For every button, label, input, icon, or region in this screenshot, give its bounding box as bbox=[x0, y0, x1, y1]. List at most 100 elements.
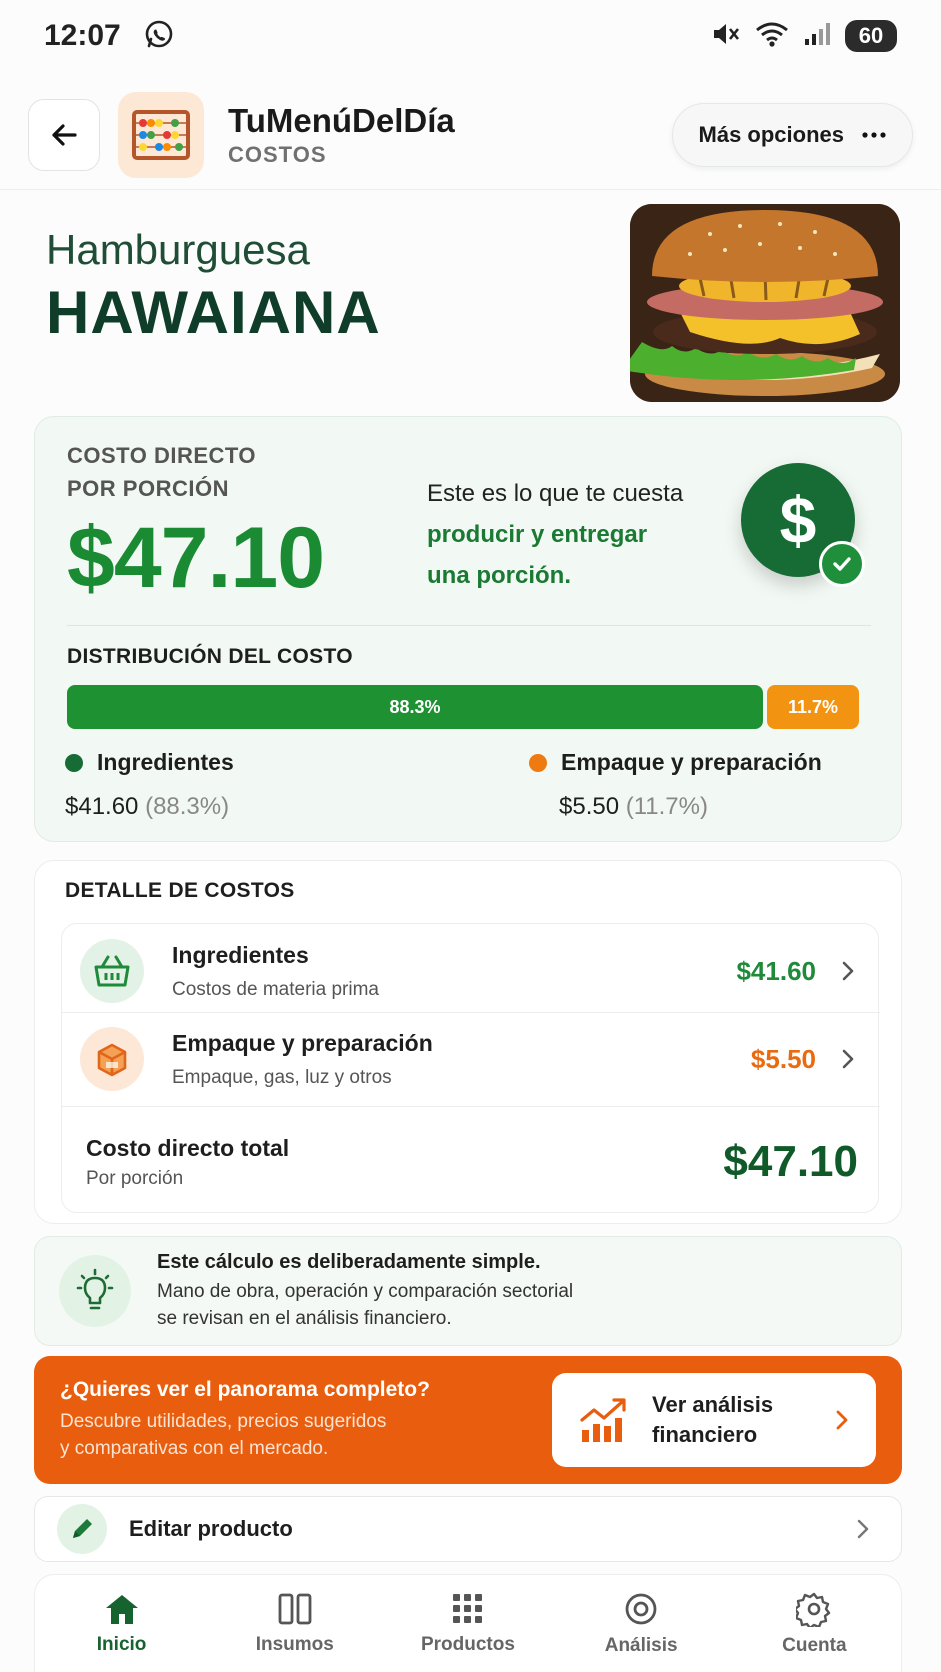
chevron-right-icon bbox=[857, 1519, 869, 1539]
grid-icon bbox=[452, 1593, 482, 1623]
nav-item-insumos[interactable]: Insumos bbox=[220, 1592, 370, 1656]
home-icon bbox=[105, 1594, 138, 1624]
card-divider bbox=[67, 625, 871, 626]
columns-icon bbox=[278, 1593, 312, 1624]
row-title-ingredients: Ingredientes bbox=[172, 941, 309, 968]
wifi-icon bbox=[755, 20, 789, 53]
nav-label-productos: Productos bbox=[420, 1633, 515, 1655]
signal-icon bbox=[803, 21, 831, 52]
financial-analysis-button[interactable]: Ver análisis financiero bbox=[552, 1373, 876, 1467]
cost-desc-highlight-2: una porción. bbox=[427, 562, 571, 589]
chart-up-icon bbox=[580, 1398, 626, 1442]
legend-amount-ingredients: $41.60 bbox=[65, 793, 139, 820]
legend-name-packaging: Empaque y preparación bbox=[561, 749, 822, 775]
cta-line1: Descubre utilidades, precios sugeridos bbox=[60, 1411, 387, 1432]
row-divider bbox=[62, 1012, 880, 1013]
section-title: COSTOS bbox=[228, 141, 327, 167]
cost-label-line1: COSTO DIRECTO bbox=[67, 443, 257, 468]
financial-analysis-label: Ver análisis financiero bbox=[652, 1390, 834, 1450]
bottom-navigation: Inicio Insumos Productos Análisis Cuenta bbox=[34, 1574, 902, 1672]
note-line2: se revisan en el análisis financiero. bbox=[157, 1307, 452, 1329]
mute-icon bbox=[711, 20, 741, 53]
info-note: Este cálculo es deliberadamente simple. … bbox=[34, 1236, 902, 1346]
chevron-right-icon bbox=[840, 960, 880, 982]
legend-value-packaging: $5.50 (11.7%) bbox=[559, 793, 708, 821]
chevron-right-icon bbox=[836, 1410, 848, 1430]
cost-per-portion-value: $47.10 bbox=[67, 510, 325, 606]
total-sub: Por porción bbox=[86, 1167, 184, 1189]
legend-dot-ingredients bbox=[65, 753, 83, 772]
app-name: TuMenúDelDía bbox=[228, 101, 455, 139]
row-title-packaging: Empaque y preparación bbox=[172, 1029, 433, 1056]
distribution-bar: 88.3% 11.7% bbox=[67, 685, 859, 729]
cta-body: Descubre utilidades, precios sugeridos y… bbox=[60, 1408, 552, 1462]
legend-amount-packaging: $5.50 bbox=[559, 793, 620, 820]
detail-row-packaging[interactable]: Empaque y preparación Empaque, gas, luz … bbox=[62, 1024, 880, 1094]
total-amount: $47.10 bbox=[723, 1137, 858, 1186]
nav-label-analisis: Análisis bbox=[604, 1634, 678, 1656]
legend-dot-packaging bbox=[529, 753, 547, 772]
chevron-right-icon bbox=[840, 1048, 880, 1070]
basket-icon bbox=[80, 939, 144, 1003]
status-bar: 12:07 60 bbox=[0, 0, 941, 72]
detail-row-total: Costo directo total Por porción $47.10 bbox=[62, 1120, 880, 1204]
legend-ingredients: Ingredientes bbox=[65, 749, 234, 776]
legend-pct-ingredients: (88.3%) bbox=[145, 793, 230, 820]
box-icon bbox=[80, 1027, 144, 1091]
cost-desc-plain: Este es lo que te cuesta bbox=[427, 480, 684, 507]
cta-button-line2: financiero bbox=[652, 1422, 758, 1447]
row-sub-ingredients: Costos de materia prima bbox=[172, 978, 379, 1000]
abacus-logo bbox=[118, 91, 204, 178]
battery-indicator: 60 bbox=[845, 20, 897, 52]
product-title-block: Hamburguesa HAWAIANA bbox=[46, 226, 381, 347]
edit-product-label: Editar producto bbox=[129, 1516, 293, 1541]
status-time: 12:07 bbox=[44, 19, 121, 52]
product-photo bbox=[630, 204, 900, 402]
product-subtitle: Hamburguesa bbox=[46, 226, 310, 273]
cost-label-line2: POR PORCIÓN bbox=[67, 476, 229, 501]
gear-icon bbox=[796, 1592, 831, 1627]
total-title: Costo directo total bbox=[86, 1134, 290, 1161]
nav-item-inicio[interactable]: Inicio bbox=[47, 1592, 197, 1656]
detail-title: DETALLE DE COSTOS bbox=[65, 879, 295, 902]
cta-line2: y comparativas con el mercado. bbox=[60, 1438, 329, 1459]
cost-desc-highlight-1: producir y entregar bbox=[427, 521, 648, 548]
cta-banner: ¿Quieres ver el panorama completo? Descu… bbox=[34, 1356, 902, 1484]
row-amount-ingredients: $41.60 bbox=[736, 955, 816, 986]
legend-name-ingredients: Ingredientes bbox=[97, 749, 234, 775]
nav-label-inicio: Inicio bbox=[96, 1633, 147, 1655]
row-divider bbox=[62, 1106, 880, 1107]
more-options-label: Más opciones bbox=[698, 121, 844, 147]
cost-summary-card: COSTO DIRECTO POR PORCIÓN $47.10 Este es… bbox=[34, 416, 902, 842]
nav-item-productos[interactable]: Productos bbox=[393, 1592, 543, 1656]
note-line1: Mano de obra, operación y comparación se… bbox=[157, 1280, 574, 1302]
bar-segment-packaging: 11.7% bbox=[767, 685, 859, 729]
nav-label-insumos: Insumos bbox=[255, 1633, 334, 1655]
ellipsis-icon bbox=[862, 131, 886, 138]
row-sub-packaging: Empaque, gas, luz y otros bbox=[172, 1066, 392, 1088]
legend-packaging: Empaque y preparación bbox=[529, 749, 822, 776]
note-body: Mano de obra, operación y comparación se… bbox=[157, 1278, 573, 1332]
detail-list: Ingredientes Costos de materia prima $41… bbox=[61, 923, 880, 1213]
nav-item-analisis[interactable]: Análisis bbox=[566, 1591, 716, 1657]
detail-row-ingredients[interactable]: Ingredientes Costos de materia prima $41… bbox=[62, 936, 880, 1006]
note-title: Este cálculo es deliberadamente simple. bbox=[157, 1250, 541, 1273]
legend-pct-packaging: (11.7%) bbox=[625, 793, 708, 820]
pencil-icon bbox=[57, 1504, 107, 1554]
bar-segment-ingredients: 88.3% bbox=[67, 685, 763, 729]
product-title: HAWAIANA bbox=[46, 279, 381, 346]
legend-value-ingredients: $41.60 (88.3%) bbox=[65, 793, 229, 821]
lightbulb-icon bbox=[59, 1255, 131, 1327]
cost-label: COSTO DIRECTO POR PORCIÓN bbox=[67, 439, 256, 505]
nav-label-cuenta: Cuenta bbox=[782, 1634, 847, 1656]
arrow-left-icon bbox=[52, 123, 77, 146]
app-header: TuMenúDelDía COSTOS Más opciones bbox=[0, 80, 941, 190]
back-button[interactable] bbox=[28, 98, 100, 171]
bar-label-packaging: 11.7% bbox=[787, 696, 839, 717]
cost-detail-card: DETALLE DE COSTOS Ingredientes Costos de… bbox=[34, 860, 902, 1224]
more-options-button[interactable]: Más opciones bbox=[671, 102, 913, 167]
bar-label-ingredients: 88.3% bbox=[389, 696, 441, 717]
check-icon bbox=[819, 541, 865, 587]
edit-product-button[interactable]: Editar producto bbox=[34, 1496, 902, 1562]
nav-item-cuenta[interactable]: Cuenta bbox=[739, 1591, 889, 1657]
